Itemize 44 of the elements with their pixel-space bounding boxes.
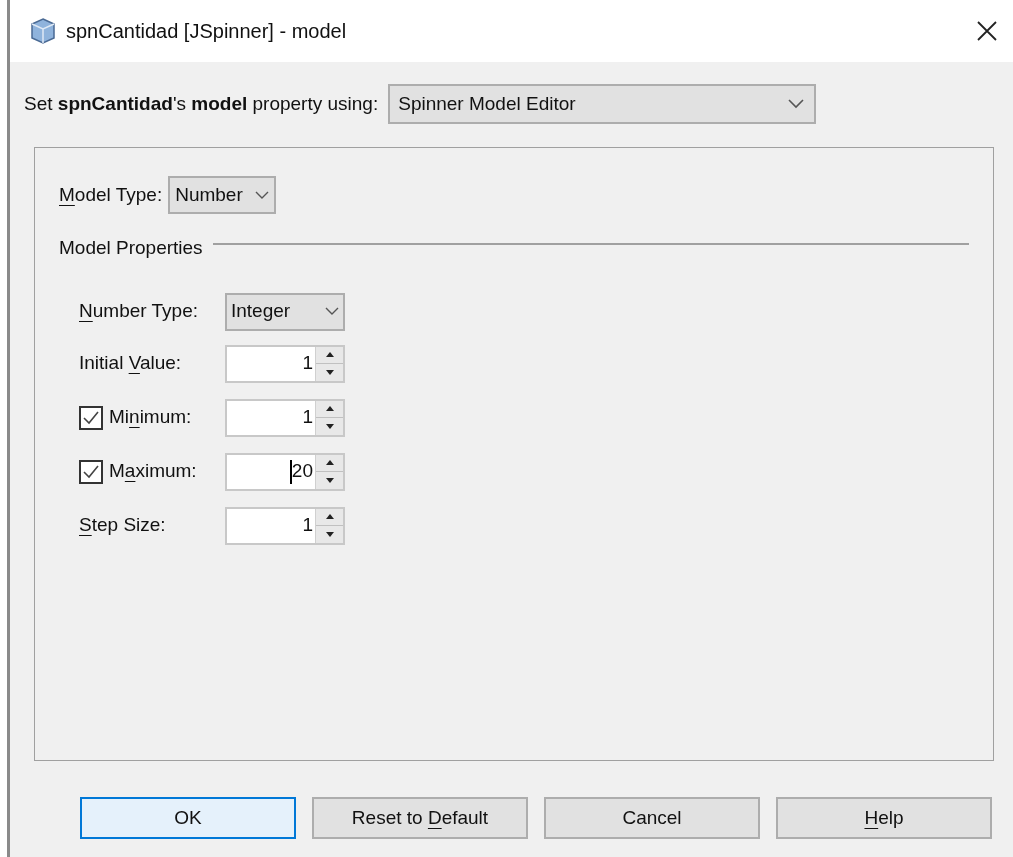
spinner-up-button[interactable] [316,454,343,472]
field-label: Model Type: [59,182,163,207]
dialog-button[interactable]: Reset to Default [312,797,528,839]
spinner-up-button[interactable] [316,346,343,364]
number-type-dropdown[interactable]: Integer [225,292,345,331]
model-type-dropdown[interactable]: Number [168,176,276,214]
window-title: spnCantidad [JSpinner] - model [66,19,347,44]
down-arrow-icon [324,530,335,538]
spinner-up-button[interactable] [316,400,343,418]
checkbox[interactable] [79,405,103,430]
chevron-icon [788,99,805,109]
text-caret [289,459,292,484]
cube-icon [30,17,56,45]
chevron-icon [254,190,269,200]
dialog-button[interactable]: OK [80,797,296,839]
spinner-field[interactable]: 1 [225,506,345,545]
up-arrow-icon [324,459,335,467]
down-arrow-icon [324,368,335,376]
field-label: Maximum: [109,459,197,484]
spinner-field[interactable]: 1 [225,344,345,383]
field-label: Number Type: [79,299,199,324]
spinner-field[interactable]: 20 [225,452,345,491]
down-arrow-icon [324,422,335,430]
spinner-up-button[interactable] [316,508,343,526]
spinner-down-button[interactable] [316,364,343,381]
field-label: Step Size: [79,513,166,538]
field-label: Initial Value: [79,351,182,376]
editor-prompt: Set spnCantidad's model property using: [24,91,379,116]
up-arrow-icon [324,513,335,521]
up-arrow-icon [324,351,335,359]
editor-dropdown[interactable]: Spinner Model Editor [388,84,817,124]
spinner-down-button[interactable] [316,472,343,489]
checkbox[interactable] [79,459,103,484]
spinner-field[interactable]: 1 [225,398,345,437]
section-title: Model Properties [59,236,203,260]
spinner-down-button[interactable] [316,418,343,435]
dialog-button[interactable]: Cancel [544,797,760,839]
spinner-down-button[interactable] [316,526,343,543]
up-arrow-icon [324,405,335,413]
down-arrow-icon [324,476,335,484]
field-label: Minimum: [109,405,192,430]
close-icon[interactable] [976,20,998,42]
chevron-icon [325,307,339,316]
dialog-button[interactable]: Help [776,797,992,839]
